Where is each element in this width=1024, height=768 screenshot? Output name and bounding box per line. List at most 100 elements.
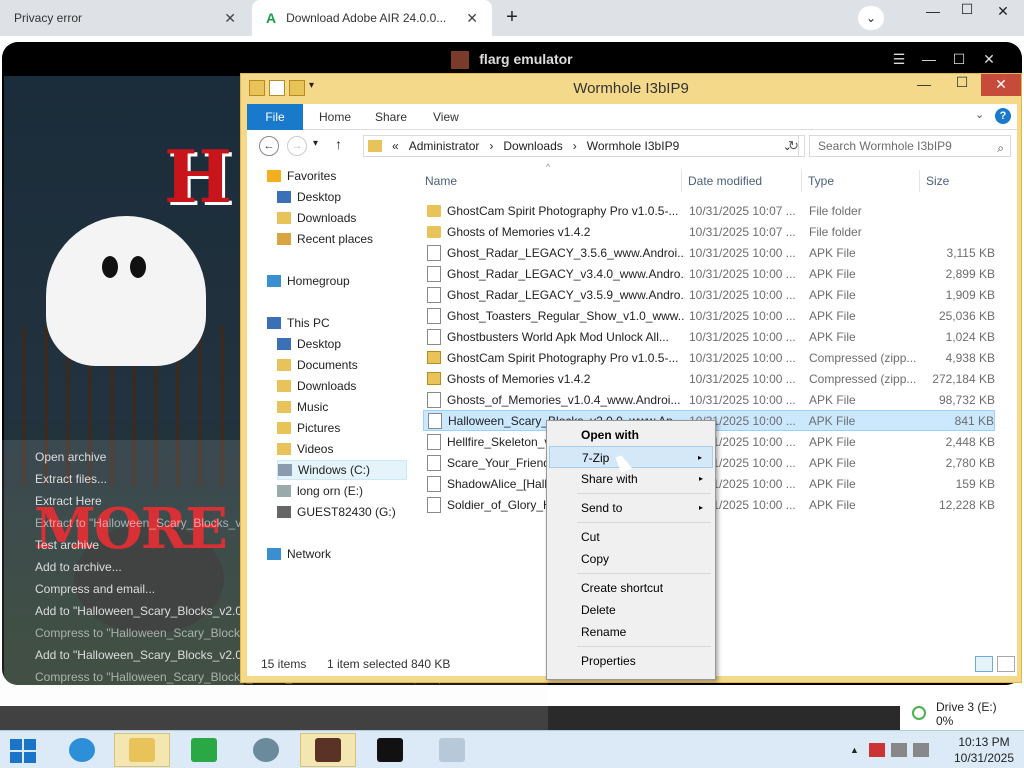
context-item-create-shortcut[interactable]: Create shortcut: [549, 577, 713, 599]
search-input[interactable]: Search Wormhole I3bIP9 ⌕: [809, 135, 1011, 157]
breadcrumb-administrator[interactable]: Administrator: [409, 139, 480, 153]
nav-item-desktop[interactable]: Desktop: [277, 334, 341, 354]
taskbar-emulator[interactable]: [300, 733, 356, 767]
nav-item-guest82430-g[interactable]: GUEST82430 (G:): [277, 502, 396, 522]
context-item-delete[interactable]: Delete: [549, 599, 713, 621]
new-folder-icon[interactable]: [289, 80, 305, 96]
close-tab-icon[interactable]: ✕: [224, 10, 236, 27]
tab-view[interactable]: View: [419, 104, 473, 130]
file-row[interactable]: Ghost_Radar_LEGACY_v3.4.0_www.Andro... 10…: [423, 263, 995, 284]
nav-item-label: Pictures: [297, 421, 341, 435]
taskbar-file-explorer[interactable]: [114, 733, 170, 767]
show-hidden-icons[interactable]: ▲: [850, 745, 859, 755]
refresh-button[interactable]: ↻: [783, 135, 805, 157]
explorer-maximize-button[interactable]: ☐: [947, 72, 977, 94]
folder-icon[interactable]: [249, 80, 265, 96]
file-row[interactable]: Ghost_Radar_LEGACY_v3.5.9_www.Andro... 10…: [423, 284, 995, 305]
column-header-size[interactable]: Size: [919, 170, 997, 192]
properties-icon[interactable]: [269, 80, 285, 96]
tab-search-button[interactable]: ⌄: [858, 6, 884, 30]
tab-home[interactable]: Home: [305, 104, 365, 130]
volume-muted-icon[interactable]: [912, 743, 929, 757]
recent-locations-icon[interactable]: ▾: [313, 138, 318, 149]
tab-privacy-error[interactable]: Privacy error ✕: [0, 0, 250, 36]
taskbar-internet-explorer[interactable]: [54, 733, 110, 767]
file-row[interactable]: Ghost_Radar_LEGACY_3.5.6_www.Androi... 10…: [423, 242, 995, 263]
forward-button[interactable]: →: [287, 136, 307, 156]
nav-item-network[interactable]: Network: [267, 544, 331, 564]
tab-download-adobe-air[interactable]: A Download Adobe AIR 24.0.0... ✕: [252, 0, 492, 36]
emulator-close-button[interactable]: ✕: [974, 48, 1004, 70]
help-icon[interactable]: ?: [995, 108, 1011, 124]
column-header-name[interactable]: Name: [419, 170, 681, 192]
large-icons-view-icon[interactable]: [997, 656, 1015, 672]
flag-icon[interactable]: [868, 743, 885, 757]
star-icon: [267, 170, 281, 182]
address-bar[interactable]: « Administrator › Downloads › Wormhole I…: [363, 135, 799, 157]
nav-item-downloads[interactable]: Downloads: [277, 208, 356, 228]
context-item-share-with[interactable]: Share with ▸: [549, 468, 713, 490]
new-tab-button[interactable]: +: [500, 6, 524, 30]
nav-item-this-pc[interactable]: This PC: [267, 313, 330, 333]
close-tab-icon[interactable]: ✕: [466, 10, 478, 27]
back-button[interactable]: ←: [259, 136, 279, 156]
taskbar-control-panel[interactable]: [424, 733, 480, 767]
nav-item-pictures[interactable]: Pictures: [277, 418, 340, 438]
expand-ribbon-icon[interactable]: ⌄: [975, 108, 984, 121]
nav-item-music[interactable]: Music: [277, 397, 328, 417]
file-row[interactable]: Ghosts of Memories v1.4.2 10/31/2025 10:0…: [423, 368, 995, 389]
browser-minimize-button[interactable]: —: [916, 0, 950, 24]
file-name: Ghosts of Memories v1.4.2: [447, 371, 591, 386]
context-item-open-with[interactable]: Open with: [549, 424, 713, 446]
nav-item-recent-places[interactable]: Recent places: [277, 229, 373, 249]
details-view-icon[interactable]: [975, 656, 993, 672]
file-row[interactable]: Ghosts_of_Memories_v1.0.4_www.Androi... 1…: [423, 389, 995, 410]
nav-item-documents[interactable]: Documents: [277, 355, 358, 375]
emulator-maximize-button[interactable]: ☐: [944, 48, 974, 70]
file-row[interactable]: Ghost_Toasters_Regular_Show_v1.0_www... 1…: [423, 305, 995, 326]
explorer-close-button[interactable]: ✕: [981, 74, 1021, 96]
context-item-copy[interactable]: Copy: [549, 548, 713, 570]
context-item-cut[interactable]: Cut: [549, 526, 713, 548]
up-button[interactable]: ↑: [335, 136, 342, 152]
breadcrumb-current[interactable]: Wormhole I3bIP9: [587, 139, 680, 153]
nav-item-windows-c[interactable]: Windows (C:): [277, 460, 407, 480]
nav-item-downloads[interactable]: Downloads: [277, 376, 356, 396]
breadcrumb-separator[interactable]: ›: [573, 139, 577, 153]
taskbar-store[interactable]: [176, 733, 232, 767]
emulator-menu-button[interactable]: ☰: [884, 48, 914, 70]
browser-close-button[interactable]: ✕: [986, 0, 1020, 24]
nav-item-desktop[interactable]: Desktop: [277, 187, 341, 207]
clock[interactable]: 10:13 PM 10/31/2025: [946, 734, 1022, 766]
nav-item-homegroup[interactable]: Homegroup: [267, 271, 350, 291]
taskbar-browser[interactable]: [238, 733, 294, 767]
file-date: 10/31/2025 10:00 ...: [689, 329, 796, 344]
nav-item-favorites[interactable]: Favorites: [267, 166, 336, 186]
column-header-date[interactable]: Date modified: [681, 170, 801, 192]
context-item-send-to[interactable]: Send to ▸: [549, 497, 713, 519]
breadcrumb-downloads[interactable]: Downloads: [503, 139, 562, 153]
file-row[interactable]: Ghostbusters World Apk Mod Unlock All...…: [423, 326, 995, 347]
nav-item-long-orn-e[interactable]: long orn (E:): [277, 481, 363, 501]
emulator-minimize-button[interactable]: —: [914, 48, 944, 70]
tab-share[interactable]: Share: [361, 104, 421, 130]
file-row[interactable]: GhostCam Spirit Photography Pro v1.0.5-.…: [423, 347, 995, 368]
column-header-type[interactable]: Type: [801, 170, 919, 192]
context-item-rename[interactable]: Rename: [549, 621, 713, 643]
start-button[interactable]: [10, 739, 38, 763]
taskbar-cmd[interactable]: [362, 733, 418, 767]
customize-qat-icon[interactable]: ▾: [309, 80, 314, 98]
context-item-properties[interactable]: Properties: [549, 650, 713, 672]
file-row[interactable]: Ghosts of Memories v1.4.2 10/31/2025 10:0…: [423, 221, 995, 242]
file-row[interactable]: GhostCam Spirit Photography Pro v1.0.5-.…: [423, 200, 995, 221]
search-icon: ⌕: [997, 141, 1004, 155]
explorer-minimize-button[interactable]: —: [909, 74, 939, 96]
nav-item-videos[interactable]: Videos: [277, 439, 333, 459]
browser-tabstrip: Privacy error ✕ A Download Adobe AIR 24.…: [0, 0, 1024, 36]
breadcrumb-separator[interactable]: ›: [489, 139, 493, 153]
tab-file[interactable]: File: [247, 104, 303, 130]
clock-time: 10:13 PM: [958, 735, 1010, 749]
network-icon[interactable]: [890, 743, 907, 757]
breadcrumb-overflow[interactable]: «: [392, 139, 399, 153]
browser-maximize-button[interactable]: ☐: [950, 0, 984, 22]
